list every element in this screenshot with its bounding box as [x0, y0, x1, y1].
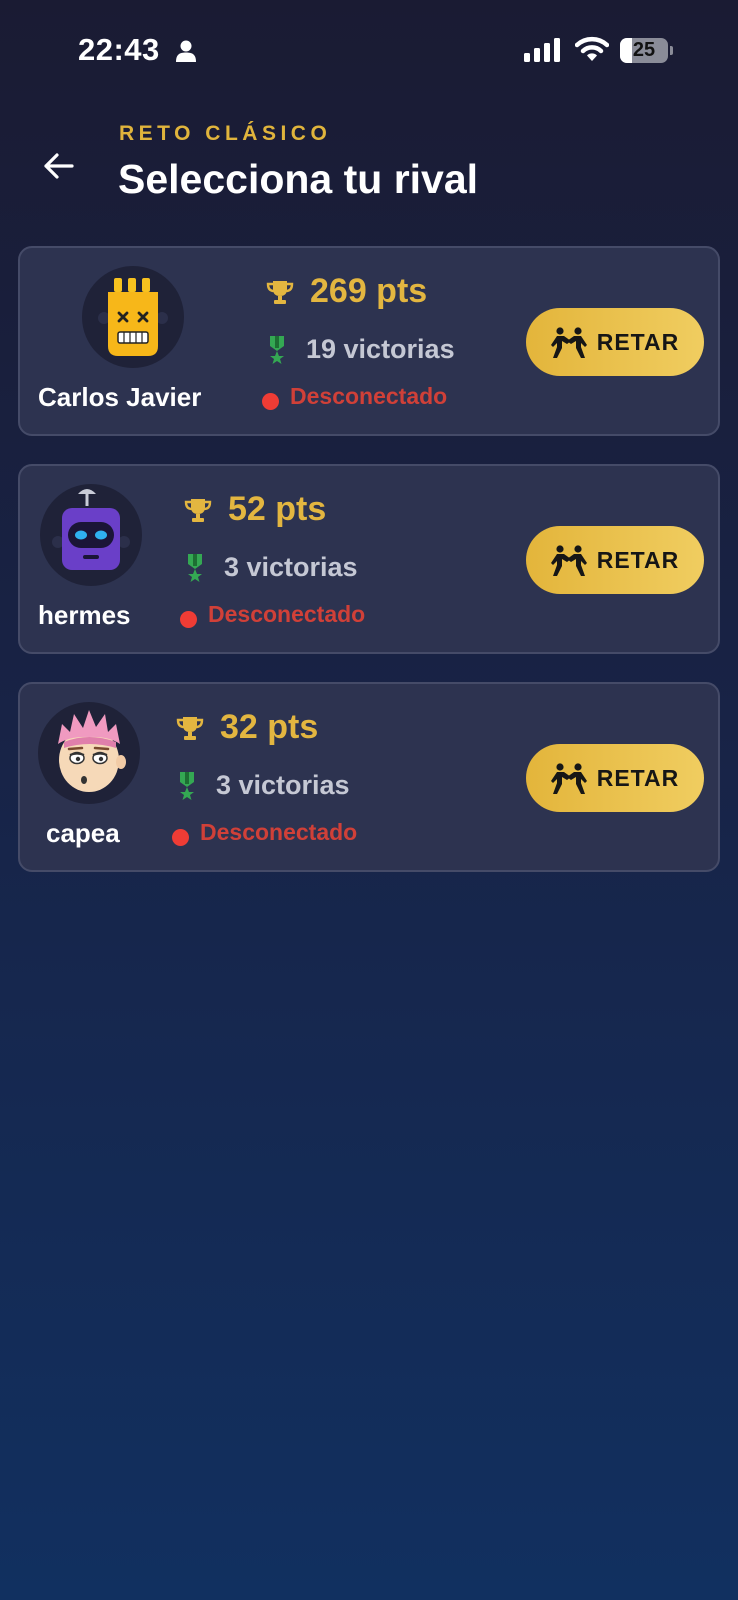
status-dot	[262, 393, 279, 410]
medal-icon	[180, 772, 194, 800]
page-title: Selecciona tu rival	[118, 156, 479, 202]
arrow-left-icon	[44, 153, 74, 179]
trophy-icon	[184, 499, 212, 522]
battery-tip	[670, 46, 673, 55]
rival-status: Desconectado	[200, 819, 358, 845]
rival-status: Desconectado	[290, 383, 448, 409]
rival-card: capea 32 pts 3 victorias Desconectado RE…	[18, 682, 720, 872]
trophy-icon	[266, 281, 294, 304]
medal-icon	[188, 554, 202, 582]
challenge-label: RETAR	[596, 764, 680, 791]
rival-card: hermes 52 pts 3 victorias Desconectado R…	[18, 464, 720, 654]
wifi-icon	[575, 36, 609, 61]
medal-icon	[270, 336, 284, 364]
status-bar: 22:43 25	[0, 0, 738, 100]
back-button[interactable]	[36, 144, 80, 188]
status-time: 22:43	[78, 32, 160, 67]
status-dot	[172, 829, 189, 846]
challenge-label: RETAR	[596, 328, 680, 355]
challenge-label: RETAR	[596, 546, 680, 573]
signal-icon	[524, 38, 560, 62]
rival-name: capea	[46, 818, 120, 848]
status-dot	[180, 611, 197, 628]
rival-card: Carlos Javier 269 pts 19 victorias Desco…	[18, 246, 720, 436]
rival-status: Desconectado	[208, 601, 366, 627]
rival-wins: 3 victorias	[224, 552, 358, 582]
battery-indicator: 25	[620, 38, 668, 63]
rival-points: 269 pts	[310, 272, 428, 310]
rival-wins: 19 victorias	[306, 334, 455, 364]
challenge-button[interactable]: RETAR	[526, 744, 704, 812]
rival-name: Carlos Javier	[38, 382, 202, 412]
wrestling-icon	[550, 327, 587, 358]
rival-points: 52 pts	[228, 490, 327, 528]
rival-wins: 3 victorias	[216, 770, 350, 800]
battery-level: 25	[632, 39, 656, 61]
pink-hair-boy-avatar	[38, 702, 140, 804]
rival-points: 32 pts	[220, 708, 319, 746]
robot-purple-avatar	[40, 484, 142, 586]
robot-yellow-avatar	[82, 266, 184, 368]
challenge-button[interactable]: RETAR	[526, 308, 704, 376]
person-icon	[176, 40, 196, 62]
trophy-icon	[176, 717, 204, 740]
rival-name: hermes	[38, 600, 131, 630]
challenge-button[interactable]: RETAR	[526, 526, 704, 594]
wrestling-icon	[550, 763, 587, 794]
page-subtitle: RETO CLÁSICO	[119, 122, 332, 145]
wrestling-icon	[550, 545, 587, 576]
